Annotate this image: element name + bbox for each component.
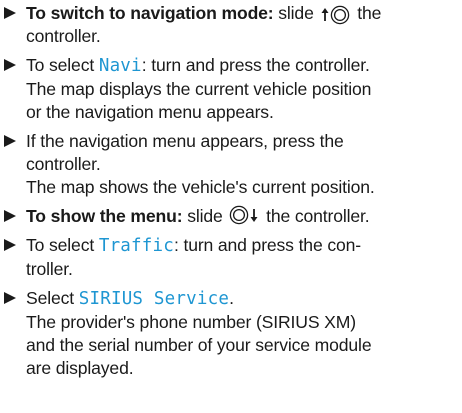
step-select-traffic: To select Traffic: turn and press the co… xyxy=(2,234,452,281)
step-text: troller. xyxy=(26,259,73,279)
step-heading: To switch to navigation mode: xyxy=(26,3,274,23)
step-text: To select xyxy=(26,235,99,255)
bullet-arrow-icon xyxy=(4,7,16,19)
controller-slide-down-icon xyxy=(229,205,259,225)
step-select-sirius-service: Select SIRIUS Service. The provider's ph… xyxy=(2,287,452,380)
step-text: are displayed. xyxy=(26,358,134,378)
step-text: : turn and press the con- xyxy=(173,235,361,255)
controller-slide-up-icon xyxy=(320,5,350,25)
step-select-navi: To select Navi: turn and press the contr… xyxy=(2,54,452,124)
menu-term-navi: Navi xyxy=(98,56,142,76)
step-text: The map displays the current vehicle pos… xyxy=(26,79,372,99)
step-text: The map shows the vehicle's current posi… xyxy=(26,177,375,197)
bullet-arrow-icon xyxy=(4,292,16,304)
step-text: the xyxy=(357,3,382,23)
bullet-arrow-icon xyxy=(4,239,16,251)
bullet-arrow-icon xyxy=(4,59,16,71)
step-text: : turn and press the controller. xyxy=(141,55,370,75)
step-switch-to-navigation: To switch to navigation mode: slide the … xyxy=(2,2,452,48)
step-show-menu: To show the menu: slide the controller. xyxy=(2,205,452,228)
menu-term-traffic: Traffic xyxy=(98,236,174,256)
step-text: controller. xyxy=(26,154,101,174)
step-text: and the serial number of your service mo… xyxy=(26,335,372,355)
step-text: If the navigation menu appears, press th… xyxy=(26,131,344,151)
step-heading: To show the menu: xyxy=(26,206,183,226)
step-text: controller. xyxy=(26,26,101,46)
bullet-arrow-icon xyxy=(4,210,16,222)
menu-term-sirius-service: SIRIUS Service xyxy=(78,289,230,309)
step-text: Select xyxy=(26,288,79,308)
bullet-arrow-icon xyxy=(4,135,16,147)
step-text: To select xyxy=(26,55,99,75)
step-text: slide xyxy=(187,206,223,226)
step-text: slide xyxy=(278,3,314,23)
instruction-page: To switch to navigation mode: slide the … xyxy=(0,0,462,413)
step-text: The provider's phone number (SIRIUS XM) xyxy=(26,312,356,332)
step-press-controller: If the navigation menu appears, press th… xyxy=(2,130,452,199)
step-text: or the navigation menu appears. xyxy=(26,102,274,122)
step-text: . xyxy=(229,288,234,308)
step-text: the controller. xyxy=(266,206,370,226)
